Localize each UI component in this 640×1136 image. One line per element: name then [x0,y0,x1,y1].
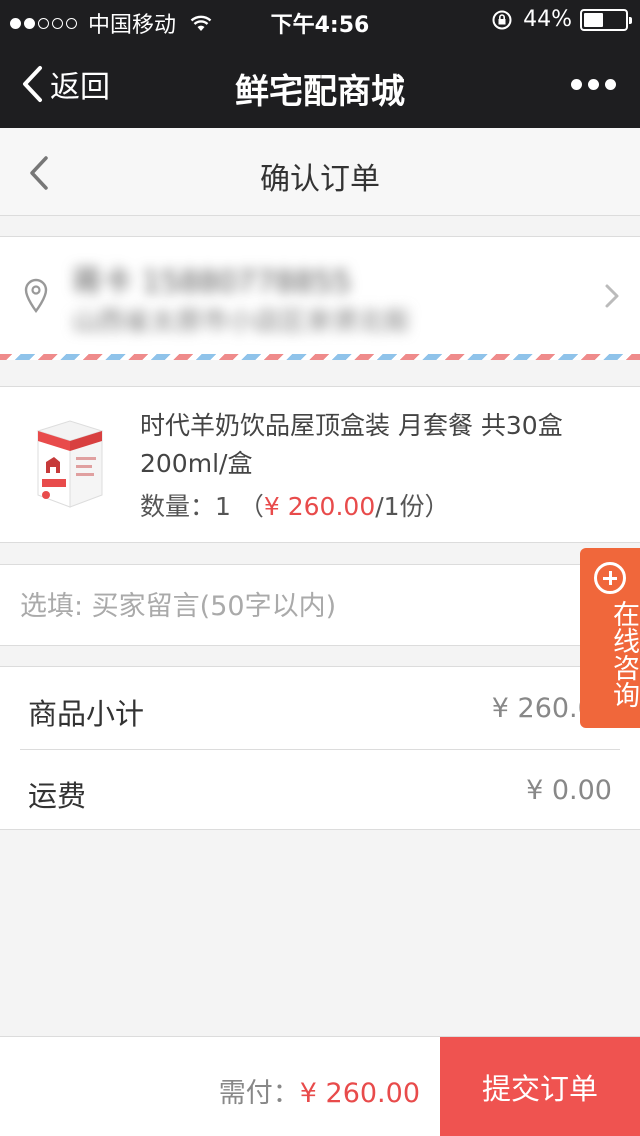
page-nav: 确认订单 [0,128,640,216]
product-image [36,420,104,508]
buyer-message-input[interactable] [20,581,560,631]
wechat-back-button[interactable]: 返回 [20,62,110,106]
product-name: 时代羊奶饮品屋顶盒装 月套餐 共30盒 200ml/盒 [140,411,563,478]
address-name-phone: 蒋卡 15880778855 [72,265,352,300]
status-bar: 中国移动 下午4:56 44% [0,0,640,40]
wifi-icon [190,15,212,31]
submit-order-button[interactable]: 提交订单 [440,1037,640,1136]
buyer-message-section [0,564,640,646]
status-left: 中国移动 [10,7,212,39]
need-pay-label: 需付： [218,1078,300,1109]
order-summary: 商品小计 ¥ 260.00 运费 ¥ 0.00 [0,666,640,830]
quantity-value: 1 [215,492,231,521]
product-item: 时代羊奶饮品屋顶盒装 月套餐 共30盒 200ml/盒 数量：1 （¥ 260.… [0,386,640,543]
back-chevron-icon [23,66,42,102]
plus-circle-icon [594,562,626,594]
battery-percent: 44% [523,7,572,32]
carrier-name: 中国移动 [88,13,177,38]
shipping-label: 运费 [28,779,87,813]
page-title: 确认订单 [260,162,380,197]
product-quantity-line: 数量：1 （¥ 260.00/1份） [140,487,450,523]
page-back-button[interactable] [24,152,54,194]
quantity-label: 数量： [140,492,216,521]
address-card[interactable]: 蒋卡 15880778855 山西省太原市小店区亲贤北街 [0,236,640,360]
need-pay: 需付：¥ 260.00 [219,1071,420,1110]
price-open: （ [238,492,264,521]
online-consult-label: 在线咨询 [608,600,639,708]
shipping-value: ¥ 0.00 [526,775,612,806]
chevron-right-icon [605,284,619,308]
wechat-header: 返回 鲜宅配商城 [0,40,640,128]
more-dots-icon[interactable] [565,72,616,96]
rotation-lock-icon [492,10,512,29]
location-pin-icon [24,278,48,313]
battery-icon [580,8,632,31]
online-consult-button[interactable]: 在线咨询 [580,548,640,728]
address-stripe [0,354,640,360]
bottom-bar: 需付：¥ 260.00 提交订单 [0,1036,640,1136]
unit-price: ¥ 260.00 [263,492,376,521]
need-pay-value: ¥ 260.00 [299,1078,420,1109]
wechat-back-label: 返回 [50,70,110,105]
subtotal-row: 商品小计 ¥ 260.00 [0,667,640,749]
price-unit: /1份） [375,492,450,521]
status-right: 44% [491,7,632,32]
subtotal-label: 商品小计 [28,697,145,731]
signal-dots-icon [10,17,80,29]
address-detail: 山西省太原市小店区亲贤北街 [72,307,411,337]
shipping-row: 运费 ¥ 0.00 [0,749,640,831]
